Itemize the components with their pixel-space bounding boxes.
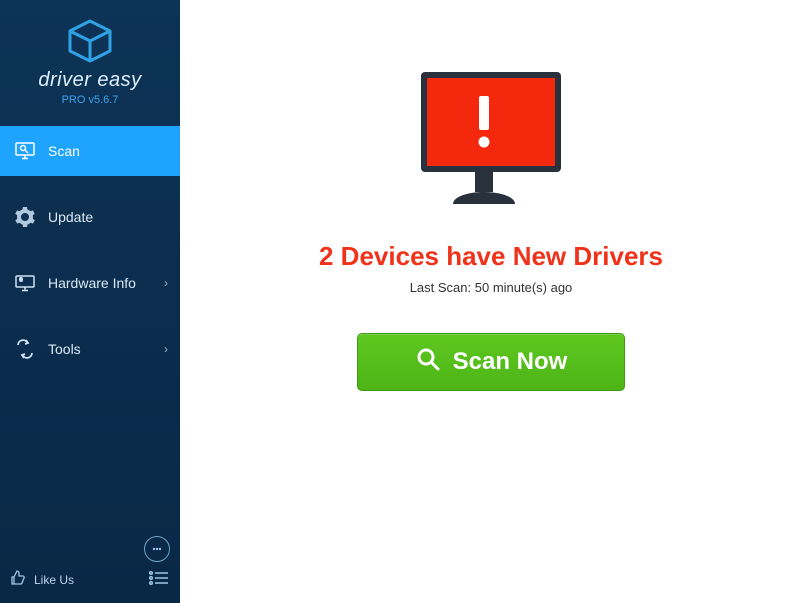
sidebar-item-scan[interactable]: Scan [0,126,180,176]
sidebar-item-label: Hardware Info [48,275,136,291]
like-us-label: Like Us [34,573,74,587]
sidebar: driver easy PRO v5.6.7 Scan [0,0,180,603]
sidebar-item-hardware-info[interactable]: 1 Hardware Info › [0,258,180,308]
menu-list-button[interactable] [148,570,170,589]
app-branding: driver easy PRO v5.6.7 [0,0,180,114]
sidebar-footer: Like Us [0,526,180,603]
scan-monitor-icon [14,142,36,160]
scan-result-headline: 2 Devices have New Drivers [319,241,663,272]
sidebar-item-label: Update [48,209,93,225]
magnifier-icon [415,346,441,379]
sidebar-item-label: Tools [48,341,81,357]
sidebar-item-tools[interactable]: Tools › [0,324,180,374]
update-gear-icon [14,207,36,227]
app-name: driver easy [0,69,180,92]
tools-icon [14,339,36,359]
app-logo-icon [0,18,180,69]
chevron-right-icon: › [164,342,168,356]
scan-now-button[interactable]: Scan Now [357,333,625,391]
main-panel: 2 Devices have New Drivers Last Scan: 50… [180,0,802,603]
last-scan-label: Last Scan: 50 minute(s) ago [410,280,573,295]
hardware-info-icon: 1 [14,274,36,292]
thumbs-up-icon [10,570,26,589]
alert-monitor-illustration [401,62,581,227]
sidebar-nav: Scan Update 1 Ha [0,126,180,374]
sidebar-item-label: Scan [48,143,80,159]
app-version: PRO v5.6.7 [0,94,180,106]
feedback-chat-button[interactable] [144,536,170,562]
chevron-right-icon: › [164,276,168,290]
sidebar-item-update[interactable]: Update [0,192,180,242]
scan-now-label: Scan Now [453,348,568,376]
like-us-button[interactable]: Like Us [10,570,74,589]
